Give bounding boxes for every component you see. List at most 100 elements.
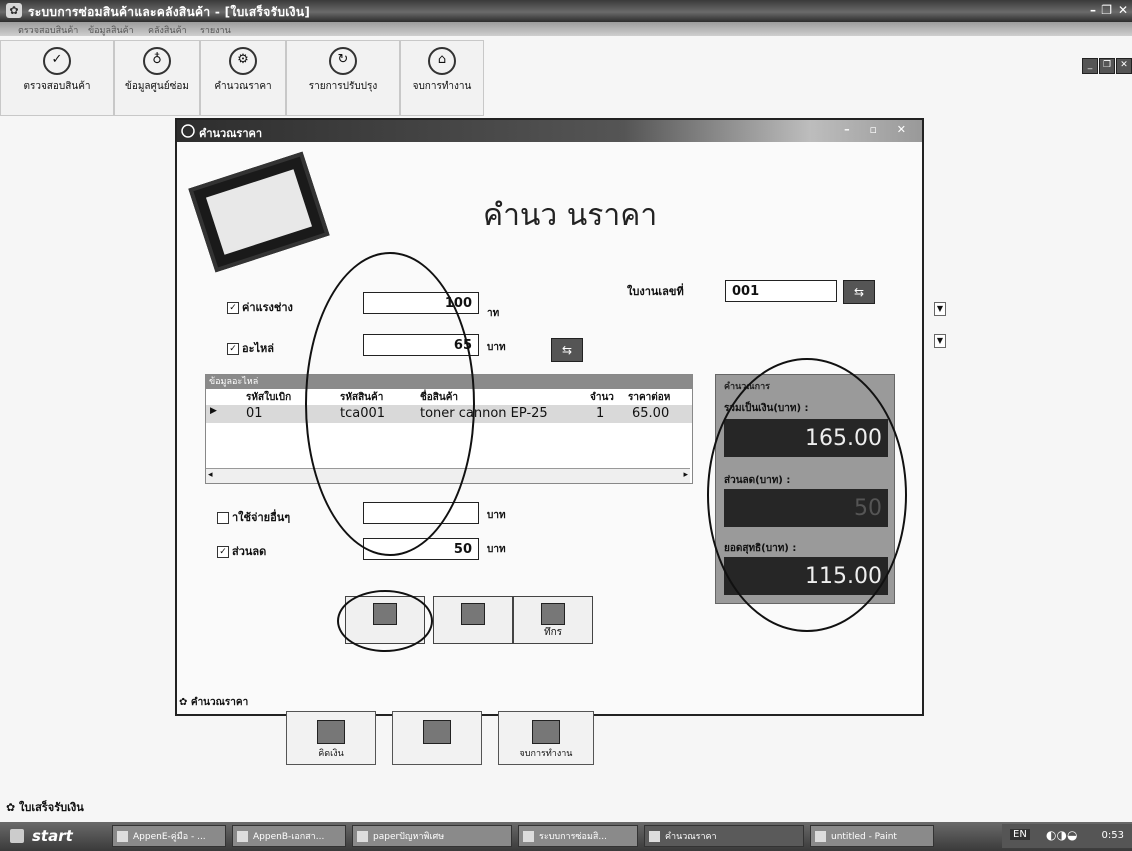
toolbar-calc-button[interactable]: ⚙ คำนวณราคา (200, 40, 286, 116)
outer-clear-button[interactable] (392, 711, 482, 765)
col-product-id: รหัสสินค้า (340, 392, 384, 403)
taskbar-item-label: ระบบการซ่อมสิ... (539, 832, 607, 842)
grid-scrollbar[interactable]: ◂ ▸ (206, 468, 690, 483)
menu-item-report[interactable]: รายงาน (200, 23, 231, 37)
trash-icon (423, 720, 451, 744)
taskbar-item-label: AppenB-เอกสา... (253, 832, 325, 842)
parts-lookup-button[interactable]: ⇆ (551, 338, 583, 362)
calculate-button[interactable] (345, 596, 425, 644)
dialog-status: ✿ คำนวณราคา (179, 695, 248, 710)
exit-icon: ⌂ (428, 47, 456, 75)
other-field[interactable] (363, 502, 479, 524)
col-price: ราคาต่อห (628, 392, 671, 403)
toolbar-service-button[interactable]: ♁ ข้อมูลศูนย์ซ่อม (114, 40, 200, 116)
folder-icon (357, 831, 368, 842)
taskbar-item-active[interactable]: คำนวณราคา (644, 825, 804, 847)
save-icon (541, 603, 565, 625)
app-icon (523, 831, 534, 842)
cell-name: toner cannon EP-25 (420, 406, 548, 421)
dialog-title: คำนวณราคา (199, 127, 263, 140)
checkbox-icon (217, 512, 229, 524)
outer-calculate-button[interactable]: คิดเงิน (286, 711, 376, 765)
dropdown-arrow-icon[interactable]: ▼ (934, 302, 946, 316)
language-indicator[interactable]: EN (1010, 829, 1030, 840)
clear-button[interactable] (433, 596, 513, 644)
labor-field[interactable]: 100 (363, 292, 479, 314)
close-icon[interactable]: ✕ (1118, 3, 1128, 17)
calculator-icon (373, 603, 397, 625)
toolbar-label: ข้อมูลศูนย์ซ่อม (125, 81, 189, 92)
parts-checkbox[interactable]: ✓ อะไหล่ (227, 339, 274, 357)
mdi-close-icon[interactable]: ✕ (1116, 58, 1132, 74)
start-button[interactable]: start (4, 824, 73, 848)
calculator-icon (649, 831, 660, 842)
toolbar-check-button[interactable]: ✓ ตรวจสอบสินค้า (0, 40, 114, 116)
tray-icons[interactable]: ◐◑◒ (1046, 828, 1077, 842)
checkbox-icon: ✓ (227, 343, 239, 355)
table-row[interactable]: ▶ 01 tca001 toner cannon EP-25 1 65.00 (206, 405, 692, 423)
taskbar-item[interactable]: ระบบการซ่อมสิ... (518, 825, 638, 847)
taskbar-item[interactable]: paperปัญหาพิเศษ (352, 825, 512, 847)
menu-bar: ตรวจสอบสินค้า ข้อมูลสินค้า คลังสินค้า รา… (0, 22, 1132, 36)
system-tray: EN ◐◑◒ 0:53 (1002, 824, 1132, 848)
result-discount-label: ส่วนลด(บาท) : (724, 475, 791, 486)
other-checkbox[interactable]: าใช้จ่ายอื่นๆ (217, 508, 290, 526)
save-button[interactable]: ทึกร (513, 596, 593, 644)
discount-checkbox[interactable]: ✓ ส่วนลด (217, 542, 266, 560)
cell-product-id: tca001 (340, 406, 386, 421)
scroll-left-icon[interactable]: ◂ (208, 470, 213, 480)
net-value: 115.00 (724, 557, 888, 595)
job-no-field[interactable]: 001 (725, 280, 837, 302)
menu-item-products[interactable]: ข้อมูลสินค้า (88, 23, 134, 37)
toolbar-label: จบการทำงาน (412, 81, 472, 92)
paint-icon (815, 831, 826, 842)
lookup-job-button[interactable]: ⇆ (843, 280, 875, 304)
dialog-window-controls[interactable]: – ▫ ✕ (844, 123, 914, 136)
checkbox-icon: ✓ (217, 546, 229, 558)
mdi-restore-icon[interactable]: ❐ (1099, 58, 1115, 74)
row-indicator-icon: ▶ (210, 406, 217, 416)
calculator-icon: ✿ (179, 697, 191, 708)
labor-checkbox[interactable]: ✓ ค่าแรงช่าง (227, 298, 293, 316)
taskbar-item[interactable]: AppenB-เอกสา... (232, 825, 346, 847)
parts-grid: ข้อมูลอะไหล่ รหัสใบเบิก รหัสสินค้า ชื่อส… (205, 374, 693, 484)
grid-header: รหัสใบเบิก รหัสสินค้า ชื่อสินค้า จำนว รา… (206, 389, 692, 405)
col-name: ชื่อสินค้า (420, 392, 459, 403)
outer-exit-button[interactable]: จบการทำงาน (498, 711, 594, 765)
minimize-icon[interactable]: – (1090, 3, 1096, 17)
dropdown-arrow-icon[interactable]: ▼ (934, 334, 946, 348)
cell-qty: 1 (596, 406, 605, 421)
menu-item-warehouse[interactable]: คลังสินค้า (148, 23, 187, 37)
col-qty: จำนว (590, 392, 614, 403)
discount-field[interactable]: 50 (363, 538, 479, 560)
labor-label: ค่าแรงช่าง (242, 301, 293, 314)
service-center-icon: ♁ (143, 47, 171, 75)
toolbar-update-button[interactable]: ↻ รายการปรับปรุง (286, 40, 400, 116)
labor-unit: าท (487, 308, 500, 319)
scroll-right-icon[interactable]: ▸ (683, 470, 688, 480)
total-value: 165.00 (724, 419, 888, 457)
grid-caption: ข้อมูลอะไหล่ (206, 375, 692, 389)
dialog-status-text: คำนวณราคา (190, 697, 249, 708)
taskbar-item[interactable]: untitled - Paint (810, 825, 934, 847)
windows-flag-icon (10, 829, 24, 843)
toolbar-exit-button[interactable]: ⌂ จบการทำงาน (400, 40, 484, 116)
calculator-icon: ⚙ (229, 47, 257, 75)
taskbar: start AppenE-คู่มือ - ... AppenB-เอกสา..… (0, 822, 1132, 851)
discount-unit: บาท (487, 544, 506, 555)
col-req-id: รหัสใบเบิก (246, 392, 292, 403)
mdi-minimize-icon[interactable]: _ (1082, 58, 1098, 74)
app-icon: ✿ (6, 3, 22, 18)
taskbar-item-label: คำนวณราคา (665, 832, 717, 842)
outer-calc-label: คิดเงิน (318, 749, 344, 759)
other-unit: บาท (487, 510, 506, 521)
word-doc-icon (117, 831, 128, 842)
receipt-form-label: ✿ ใบเสร็จรับเงิน (6, 798, 84, 816)
parts-field[interactable]: 65 (363, 334, 479, 356)
receipt-label-text: ใบเสร็จรับเงิน (19, 801, 84, 814)
restore-icon[interactable]: ❐ (1101, 3, 1112, 17)
menu-item-check[interactable]: ตรวจสอบสินค้า (18, 23, 78, 37)
parts-label: อะไหล่ (242, 342, 275, 355)
taskbar-item[interactable]: AppenE-คู่มือ - ... (112, 825, 226, 847)
job-no-label: ใบงานเลขที่ (627, 285, 684, 298)
